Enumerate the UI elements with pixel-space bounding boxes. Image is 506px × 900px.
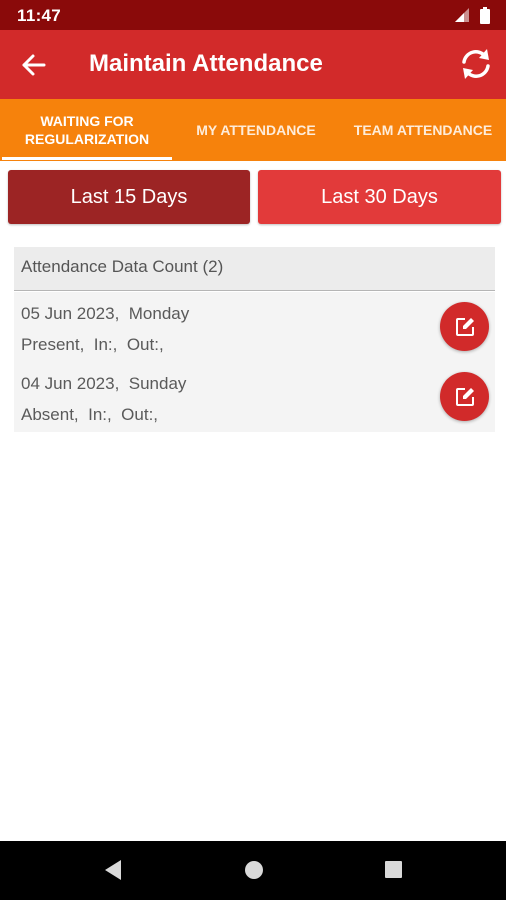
edit-icon bbox=[455, 387, 474, 406]
signal-icon bbox=[455, 8, 469, 22]
row-date: 05 Jun 2023, Monday bbox=[21, 304, 190, 323]
edit-button[interactable] bbox=[440, 372, 489, 421]
last-30-days-button[interactable]: Last 30 Days bbox=[258, 170, 501, 224]
page-title: Maintain Attendance bbox=[89, 50, 323, 77]
tab-label: WAITING FOR REGULARIZATION bbox=[24, 113, 150, 147]
refresh-button[interactable] bbox=[458, 46, 494, 82]
edit-button[interactable] bbox=[440, 302, 489, 351]
back-arrow-icon bbox=[22, 54, 46, 76]
attendance-count-text: Attendance Data Count (2) bbox=[21, 257, 224, 276]
tab-bar: WAITING FOR REGULARIZATION MY ATTENDANCE… bbox=[0, 99, 506, 161]
back-button[interactable] bbox=[18, 50, 50, 80]
last-15-days-button[interactable]: Last 15 Days bbox=[8, 170, 250, 224]
tab-label: TEAM ATTENDANCE bbox=[353, 122, 493, 138]
button-label: Last 30 Days bbox=[321, 185, 438, 208]
edit-icon bbox=[455, 317, 474, 336]
row-status: Absent, In:, Out:, bbox=[21, 405, 159, 424]
back-triangle-icon[interactable] bbox=[103, 859, 123, 881]
recents-square-icon[interactable] bbox=[384, 859, 404, 881]
app-bar: Maintain Attendance bbox=[0, 30, 506, 99]
status-bar: 11:47 bbox=[0, 0, 506, 30]
battery-icon bbox=[480, 6, 490, 24]
tab-team-attendance[interactable]: TEAM ATTENDANCE bbox=[340, 99, 506, 161]
list-item: 04 Jun 2023, Sunday Absent, In:, Out:, bbox=[14, 362, 495, 432]
home-circle-icon[interactable] bbox=[244, 859, 264, 881]
button-label: Last 15 Days bbox=[70, 185, 188, 208]
tab-label: MY ATTENDANCE bbox=[196, 122, 316, 138]
list-item: 05 Jun 2023, Monday Present, In:, Out:, bbox=[14, 292, 495, 362]
row-date: 04 Jun 2023, Sunday bbox=[21, 374, 187, 393]
row-status: Present, In:, Out:, bbox=[21, 335, 164, 354]
system-nav-bar bbox=[0, 841, 506, 900]
tab-my-attendance[interactable]: MY ATTENDANCE bbox=[178, 99, 334, 161]
status-icons bbox=[454, 6, 490, 24]
attendance-count-header: Attendance Data Count (2) bbox=[14, 247, 495, 291]
refresh-icon bbox=[462, 49, 490, 79]
status-time: 11:47 bbox=[17, 6, 62, 25]
tab-waiting-for-regularization[interactable]: WAITING FOR REGULARIZATION bbox=[2, 99, 172, 161]
tab-indicator bbox=[2, 157, 172, 160]
